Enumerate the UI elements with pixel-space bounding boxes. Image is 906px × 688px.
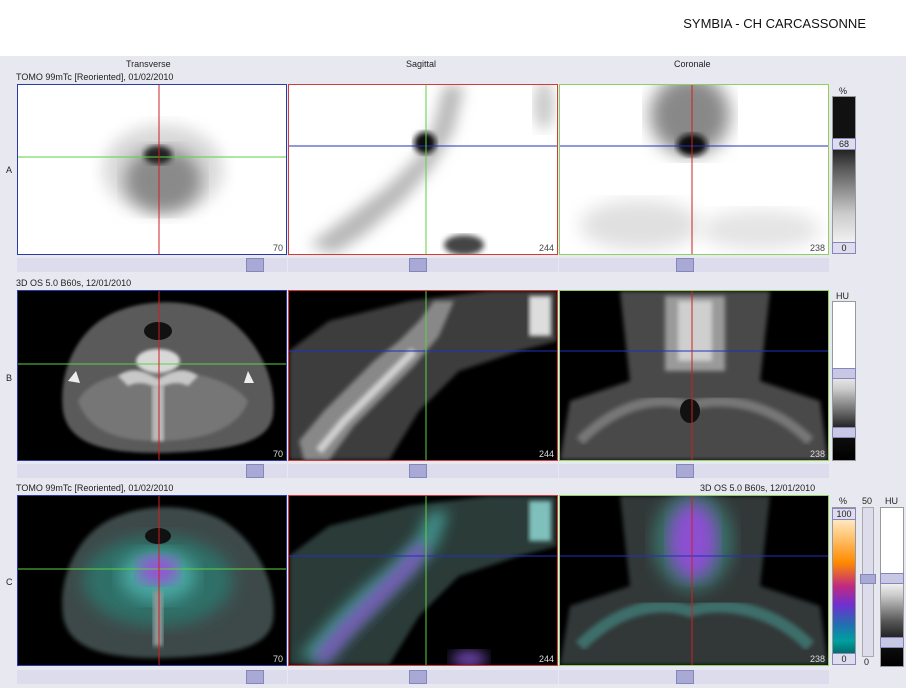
viewport-b-coronal[interactable]: 238 [559, 290, 829, 461]
slider-thumb[interactable] [676, 258, 694, 272]
slider-a-sagittal[interactable] [288, 258, 558, 272]
slider-a-transverse[interactable] [17, 258, 287, 272]
viewport-a-coronal[interactable]: 238 [559, 84, 829, 255]
slice-number-coronal: 238 [809, 449, 825, 459]
slider-c-sagittal[interactable] [288, 670, 558, 684]
slider-thumb[interactable] [409, 670, 427, 684]
scale-b-window-top-handle[interactable] [832, 368, 856, 379]
scale-a-top-value[interactable]: 68 [832, 138, 856, 150]
app-title: SYMBIA - CH CARCASSONNE [683, 16, 866, 31]
slider-c-coronal[interactable] [559, 670, 829, 684]
scale-c-unit-left: % [839, 496, 848, 506]
scale-c-bottom-value[interactable]: 0 [832, 653, 856, 665]
scale-c-mid-value: 50 [862, 496, 873, 506]
blend-slider-track[interactable] [860, 507, 876, 657]
scale-c-top-value[interactable]: 100 [832, 508, 856, 520]
slice-number-transverse: 70 [272, 449, 283, 459]
viewport-c-sagittal[interactable]: 244 [288, 495, 558, 666]
slider-thumb[interactable] [246, 670, 264, 684]
slice-number-sagittal: 244 [538, 654, 554, 664]
row-c-letter: C [6, 577, 13, 587]
slice-number-sagittal: 244 [538, 243, 554, 253]
slider-b-transverse[interactable] [17, 464, 287, 478]
slider-thumb[interactable] [246, 258, 264, 272]
row-c-series-label-left: TOMO 99mTc [Reoriented], 01/02/2010 [16, 483, 174, 493]
row-b-series-label: 3D OS 5.0 B60s, 12/01/2010 [16, 278, 132, 288]
scale-c-window-bottom-handle[interactable] [880, 637, 904, 648]
blend-slider-min-value: 0 [864, 657, 870, 667]
slider-thumb[interactable] [246, 464, 264, 478]
scale-c-window-top-handle[interactable] [880, 573, 904, 584]
colorscale-a [832, 96, 856, 254]
column-header-coronal: Coronale [674, 59, 711, 69]
viewport-b-sagittal[interactable]: 244 [288, 290, 558, 461]
column-header-transverse: Transverse [126, 59, 171, 69]
slice-number-transverse: 70 [272, 243, 283, 253]
slider-a-coronal[interactable] [559, 258, 829, 272]
scale-b-window-bottom-handle[interactable] [832, 427, 856, 438]
viewport-c-coronal[interactable]: 238 [559, 495, 829, 666]
row-b-letter: B [6, 373, 13, 383]
column-header-sagittal: Sagittal [406, 59, 437, 69]
slice-number-coronal: 238 [809, 654, 825, 664]
slider-thumb[interactable] [409, 464, 427, 478]
scale-a-bottom-value[interactable]: 0 [832, 242, 856, 254]
blend-slider-thumb[interactable] [860, 574, 876, 584]
scale-c-unit-right: HU [885, 496, 898, 506]
top-bar: SYMBIA - CH CARCASSONNE [0, 0, 906, 56]
viewport-a-sagittal[interactable]: 244 [288, 84, 558, 255]
slice-number-sagittal: 244 [538, 449, 554, 459]
scale-b-unit: HU [836, 291, 849, 301]
viewport-c-transverse[interactable]: 70 [17, 495, 287, 666]
colorscale-c-nm [832, 507, 856, 665]
slice-number-coronal: 238 [809, 243, 825, 253]
row-a-series-label: TOMO 99mTc [Reoriented], 01/02/2010 [16, 72, 174, 82]
slice-number-transverse: 70 [272, 654, 283, 664]
row-a-letter: A [6, 165, 13, 175]
viewport-b-transverse[interactable]: 70 [17, 290, 287, 461]
slider-b-coronal[interactable] [559, 464, 829, 478]
slider-thumb[interactable] [676, 464, 694, 478]
slider-thumb[interactable] [676, 670, 694, 684]
viewport-a-transverse[interactable]: 70 [17, 84, 287, 255]
slider-thumb[interactable] [409, 258, 427, 272]
slider-b-sagittal[interactable] [288, 464, 558, 478]
slider-c-transverse[interactable] [17, 670, 287, 684]
row-c-series-label-right: 3D OS 5.0 B60s, 12/01/2010 [700, 483, 816, 493]
scale-a-unit: % [839, 86, 848, 96]
